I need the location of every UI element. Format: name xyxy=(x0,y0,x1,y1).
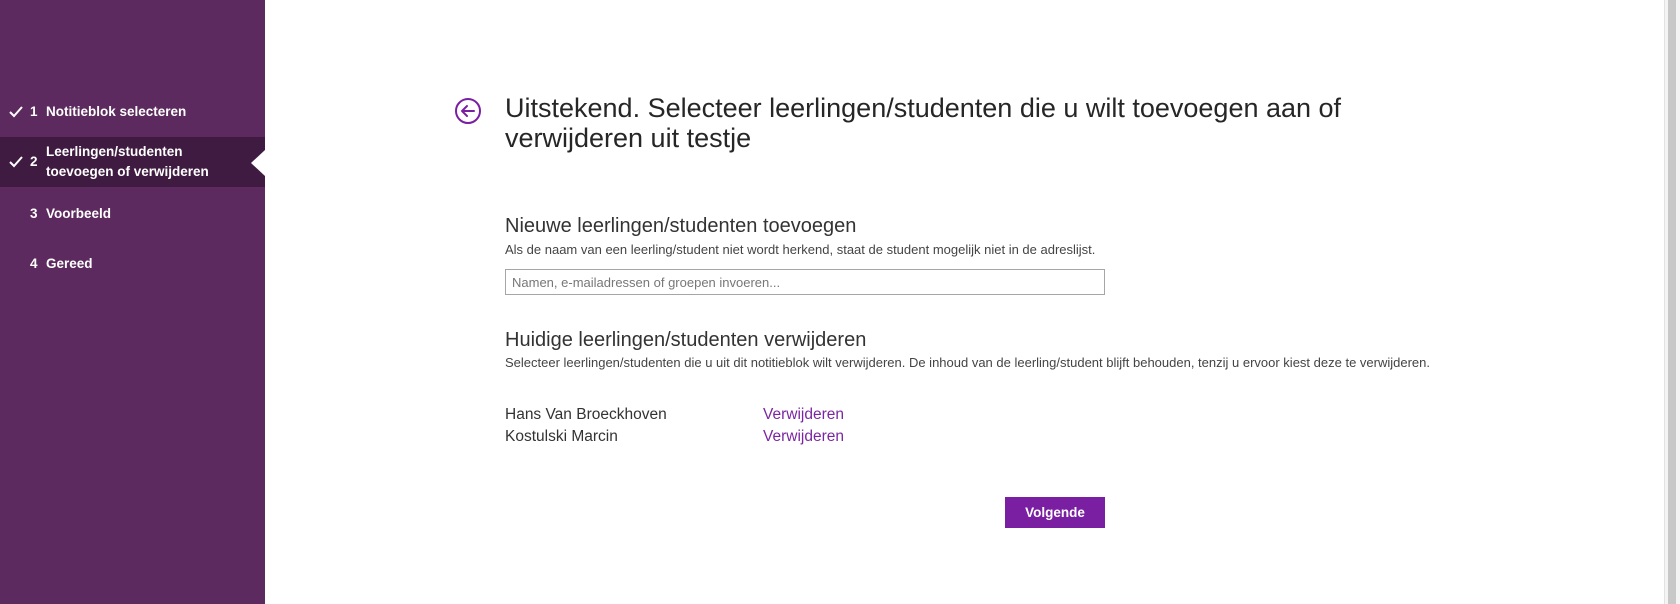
step-number: 3 xyxy=(30,206,38,221)
student-name: Hans Van Broeckhoven xyxy=(505,406,667,423)
sidebar-step-2-active[interactable]: 2 Leerlingen/studenten toevoegen of verw… xyxy=(0,137,265,187)
remove-student-link[interactable]: Verwijderen xyxy=(763,404,844,426)
remove-student-link[interactable]: Verwijderen xyxy=(763,426,844,448)
sidebar-step-3[interactable]: 3 Voorbeeld xyxy=(0,202,265,226)
sidebar-step-4[interactable]: 4 Gereed xyxy=(0,252,265,276)
wizard-sidebar: 1 Notitieblok selecteren 2 Leerlingen/st… xyxy=(0,0,265,604)
step-label: Notitieblok selecteren xyxy=(46,104,187,119)
back-button[interactable] xyxy=(454,97,482,125)
step-label: Leerlingen/studenten toevoegen of verwij… xyxy=(46,144,209,179)
check-icon xyxy=(8,104,24,120)
add-students-input[interactable] xyxy=(505,269,1105,295)
main-content: Uitstekend. Selecteer leerlingen/student… xyxy=(265,0,1664,604)
remove-students-description: Selecteer leerlingen/studenten die u uit… xyxy=(505,355,1430,370)
add-students-description: Als de naam van een leerling/student nie… xyxy=(505,242,1096,257)
step-number: 1 xyxy=(30,104,38,119)
remove-students-heading: Huidige leerlingen/studenten verwijderen xyxy=(505,329,867,351)
next-button[interactable]: Volgende xyxy=(1005,497,1105,528)
step-number: 2 xyxy=(30,154,38,169)
add-students-heading: Nieuwe leerlingen/studenten toevoegen xyxy=(505,215,857,237)
active-step-indicator xyxy=(251,150,265,176)
app-window: 1 Notitieblok selecteren 2 Leerlingen/st… xyxy=(0,0,1680,604)
scrollbar-thumb[interactable] xyxy=(1668,0,1676,604)
back-arrow-circle-icon xyxy=(455,98,481,124)
step-number: 4 xyxy=(30,256,38,271)
vertical-scrollbar[interactable] xyxy=(1664,0,1680,604)
check-icon xyxy=(8,154,24,170)
student-row: Hans Van Broeckhoven Verwijderen xyxy=(505,404,1105,426)
sidebar-step-1[interactable]: 1 Notitieblok selecteren xyxy=(0,100,265,124)
step-label: Gereed xyxy=(46,256,93,271)
page-title: Uitstekend. Selecteer leerlingen/student… xyxy=(505,93,1342,153)
student-row: Kostulski Marcin Verwijderen xyxy=(505,426,1105,448)
step-label: Voorbeeld xyxy=(46,206,112,221)
student-name: Kostulski Marcin xyxy=(505,428,618,445)
